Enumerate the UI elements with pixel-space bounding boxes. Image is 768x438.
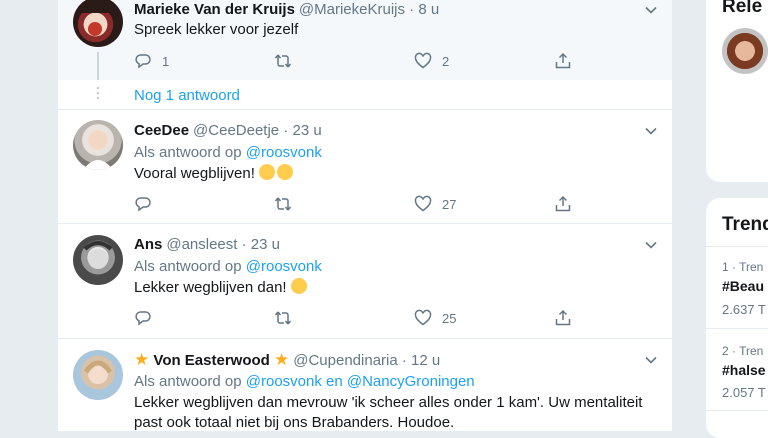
trend-hashtag[interactable]: #halse — [722, 362, 766, 378]
tweet-text: Lekker wegblijven dan! — [134, 279, 287, 296]
reply-prefix: Als antwoord op — [134, 258, 242, 275]
tweet-marieke[interactable]: Marieke Van der Kruijs @MariekeKruijs · 8… — [58, 0, 672, 80]
reply-prefix: Als antwoord op — [134, 144, 242, 161]
display-name[interactable]: Ans — [134, 236, 162, 253]
tweet-ceedee[interactable]: CeeDee @CeeDeetje · 23 u Als antwoord op … — [58, 110, 672, 224]
wink-emoji — [290, 278, 307, 294]
user-handle[interactable]: @MariekeKruijs — [299, 1, 405, 18]
trend-hashtag[interactable]: #Beau — [722, 278, 764, 294]
tweet-text: Spreek lekker voor jezelf — [134, 21, 299, 38]
chevron-down-icon[interactable] — [644, 238, 658, 252]
timestamp[interactable]: · 12 u — [402, 352, 440, 369]
display-name[interactable]: Marieke Van der Kruijs — [134, 1, 295, 18]
heart-icon — [414, 52, 432, 69]
joy-emoji — [277, 164, 294, 180]
like-button[interactable]: 2 — [414, 51, 449, 71]
tweet-text-wrap: Vooral wegblijven! — [134, 161, 659, 184]
avatar[interactable] — [73, 120, 123, 170]
share-icon — [555, 52, 571, 69]
rofl-emoji — [256, 161, 278, 183]
like-button[interactable]: 27 — [414, 194, 456, 214]
reply-to-link[interactable]: @roosvonk en @NancyGroningen — [246, 373, 475, 390]
like-button[interactable]: 25 — [414, 308, 456, 328]
tweet-text-wrap: Lekker wegblijven dan! — [134, 278, 659, 298]
tweet-ans[interactable]: Ans @ansleest · 23 u Als antwoord op @roo… — [58, 224, 672, 339]
heart-icon — [414, 309, 432, 326]
user-handle[interactable]: @Cupendinaria — [293, 352, 397, 369]
reply-to-link[interactable]: @roosvonk — [246, 144, 322, 161]
tweet-text: Lekker wegblijven dan mevrouw 'ik scheer… — [134, 394, 643, 431]
divider — [706, 410, 768, 411]
more-replies-link[interactable]: Nog 1 antwoord — [134, 87, 240, 104]
reply-button[interactable]: 1 — [134, 51, 169, 71]
reply-icon — [135, 311, 151, 326]
like-count: 25 — [442, 310, 457, 326]
reply-context: Als antwoord op @roosvonk — [134, 144, 322, 161]
chevron-down-icon[interactable] — [644, 3, 658, 17]
more-replies-row[interactable]: Nog 1 antwoord — [58, 80, 672, 110]
display-name[interactable]: Von Easterwood — [153, 352, 269, 369]
chevron-down-icon[interactable] — [644, 124, 658, 138]
star-icon: ★ — [274, 350, 290, 369]
tweet-actions: 1 2 — [134, 51, 574, 71]
user-handle[interactable]: @ansleest — [166, 236, 237, 253]
like-count: 27 — [442, 196, 457, 212]
trends-title: Trend — [722, 214, 768, 235]
user-handle[interactable]: @CeeDeetje — [193, 122, 279, 139]
tweet-text: Vooral wegblijven! — [134, 165, 255, 182]
retweet-icon — [274, 197, 292, 211]
reply-button[interactable] — [134, 194, 152, 214]
retweet-button[interactable] — [274, 308, 292, 328]
timestamp[interactable]: · 23 u — [283, 122, 321, 139]
tweet-header: Ans @ansleest · 23 u — [134, 236, 280, 253]
divider — [706, 246, 768, 247]
share-button[interactable] — [554, 308, 572, 328]
share-icon — [555, 309, 571, 326]
timestamp[interactable]: · 23 u — [242, 236, 280, 253]
tweet-actions: 25 — [134, 308, 574, 328]
timestamp[interactable]: · 8 u — [409, 1, 439, 18]
trend-count: 2.637 T — [722, 302, 766, 317]
reply-icon — [135, 197, 151, 212]
thread-dots — [96, 87, 100, 102]
who-to-follow-panel: Rele — [706, 0, 768, 182]
reply-icon — [135, 54, 151, 69]
retweet-icon — [274, 311, 292, 325]
share-button[interactable] — [554, 194, 572, 214]
trend-count: 2.057 T — [722, 385, 766, 400]
heart-icon — [414, 195, 432, 212]
tweet-von-easterwood[interactable]: ★ Von Easterwood ★ @Cupendinaria · 12 u A… — [58, 339, 672, 431]
divider — [706, 328, 768, 329]
share-icon — [555, 195, 571, 212]
reply-context: Als antwoord op @roosvonk en @NancyGroni… — [134, 373, 475, 390]
retweet-button[interactable] — [274, 194, 292, 214]
retweet-button[interactable] — [274, 51, 292, 71]
reply-to-link[interactable]: @roosvonk — [246, 258, 322, 275]
avatar[interactable] — [73, 350, 123, 400]
trends-panel: Trend 1 · Tren #Beau 2.637 T 2 · Tren #h… — [706, 198, 768, 438]
tweet-header: ★ Von Easterwood ★ @Cupendinaria · 12 u — [134, 350, 440, 370]
tweet-actions: 27 — [134, 194, 574, 214]
timeline: Marieke Van der Kruijs @MariekeKruijs · 8… — [57, 0, 673, 431]
reply-button[interactable] — [134, 308, 152, 328]
reply-prefix: Als antwoord op — [134, 373, 242, 390]
avatar[interactable] — [722, 28, 768, 74]
display-name[interactable]: CeeDee — [134, 122, 189, 139]
trend-meta: 2 · Tren — [722, 344, 764, 358]
like-count: 2 — [442, 53, 450, 69]
retweet-icon — [274, 54, 292, 68]
avatar[interactable] — [73, 0, 123, 47]
thread-line — [97, 52, 99, 80]
avatar[interactable] — [73, 235, 123, 285]
star-icon: ★ — [134, 350, 150, 369]
tweet-header: CeeDee @CeeDeetje · 23 u — [134, 122, 322, 139]
share-button[interactable] — [554, 51, 572, 71]
reply-count: 1 — [162, 53, 170, 69]
tweet-header: Marieke Van der Kruijs @MariekeKruijs · 8… — [134, 1, 439, 18]
reply-context: Als antwoord op @roosvonk — [134, 258, 322, 275]
chevron-down-icon[interactable] — [644, 353, 658, 367]
trend-meta: 1 · Tren — [722, 260, 764, 274]
panel-title: Rele — [722, 0, 763, 17]
